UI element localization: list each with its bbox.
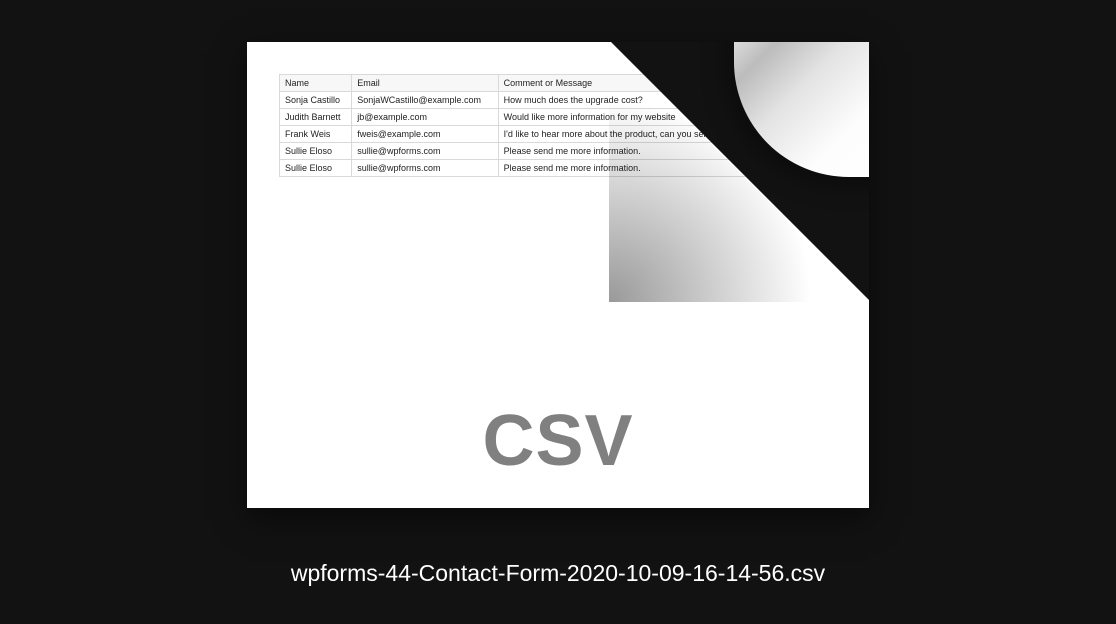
- cell-name: Frank Weis: [280, 126, 352, 143]
- col-name: Name: [280, 75, 352, 92]
- cell-email: sullie@wpforms.com: [352, 160, 498, 177]
- cell-name: Sullie Eloso: [280, 160, 352, 177]
- cell-name: Judith Barnett: [280, 109, 352, 126]
- cell-email: sullie@wpforms.com: [352, 143, 498, 160]
- cell-email: SonjaWCastillo@example.com: [352, 92, 498, 109]
- filename-label: wpforms-44-Contact-Form-2020-10-09-16-14…: [291, 560, 825, 587]
- col-email: Email: [352, 75, 498, 92]
- cell-email: jb@example.com: [352, 109, 498, 126]
- cell-name: Sullie Eloso: [280, 143, 352, 160]
- file-type-label: CSV: [247, 400, 869, 482]
- cell-name: Sonja Castillo: [280, 92, 352, 109]
- csv-file-preview: Name Email Comment or Message Entry Sonj…: [247, 42, 869, 508]
- cell-email: fweis@example.com: [352, 126, 498, 143]
